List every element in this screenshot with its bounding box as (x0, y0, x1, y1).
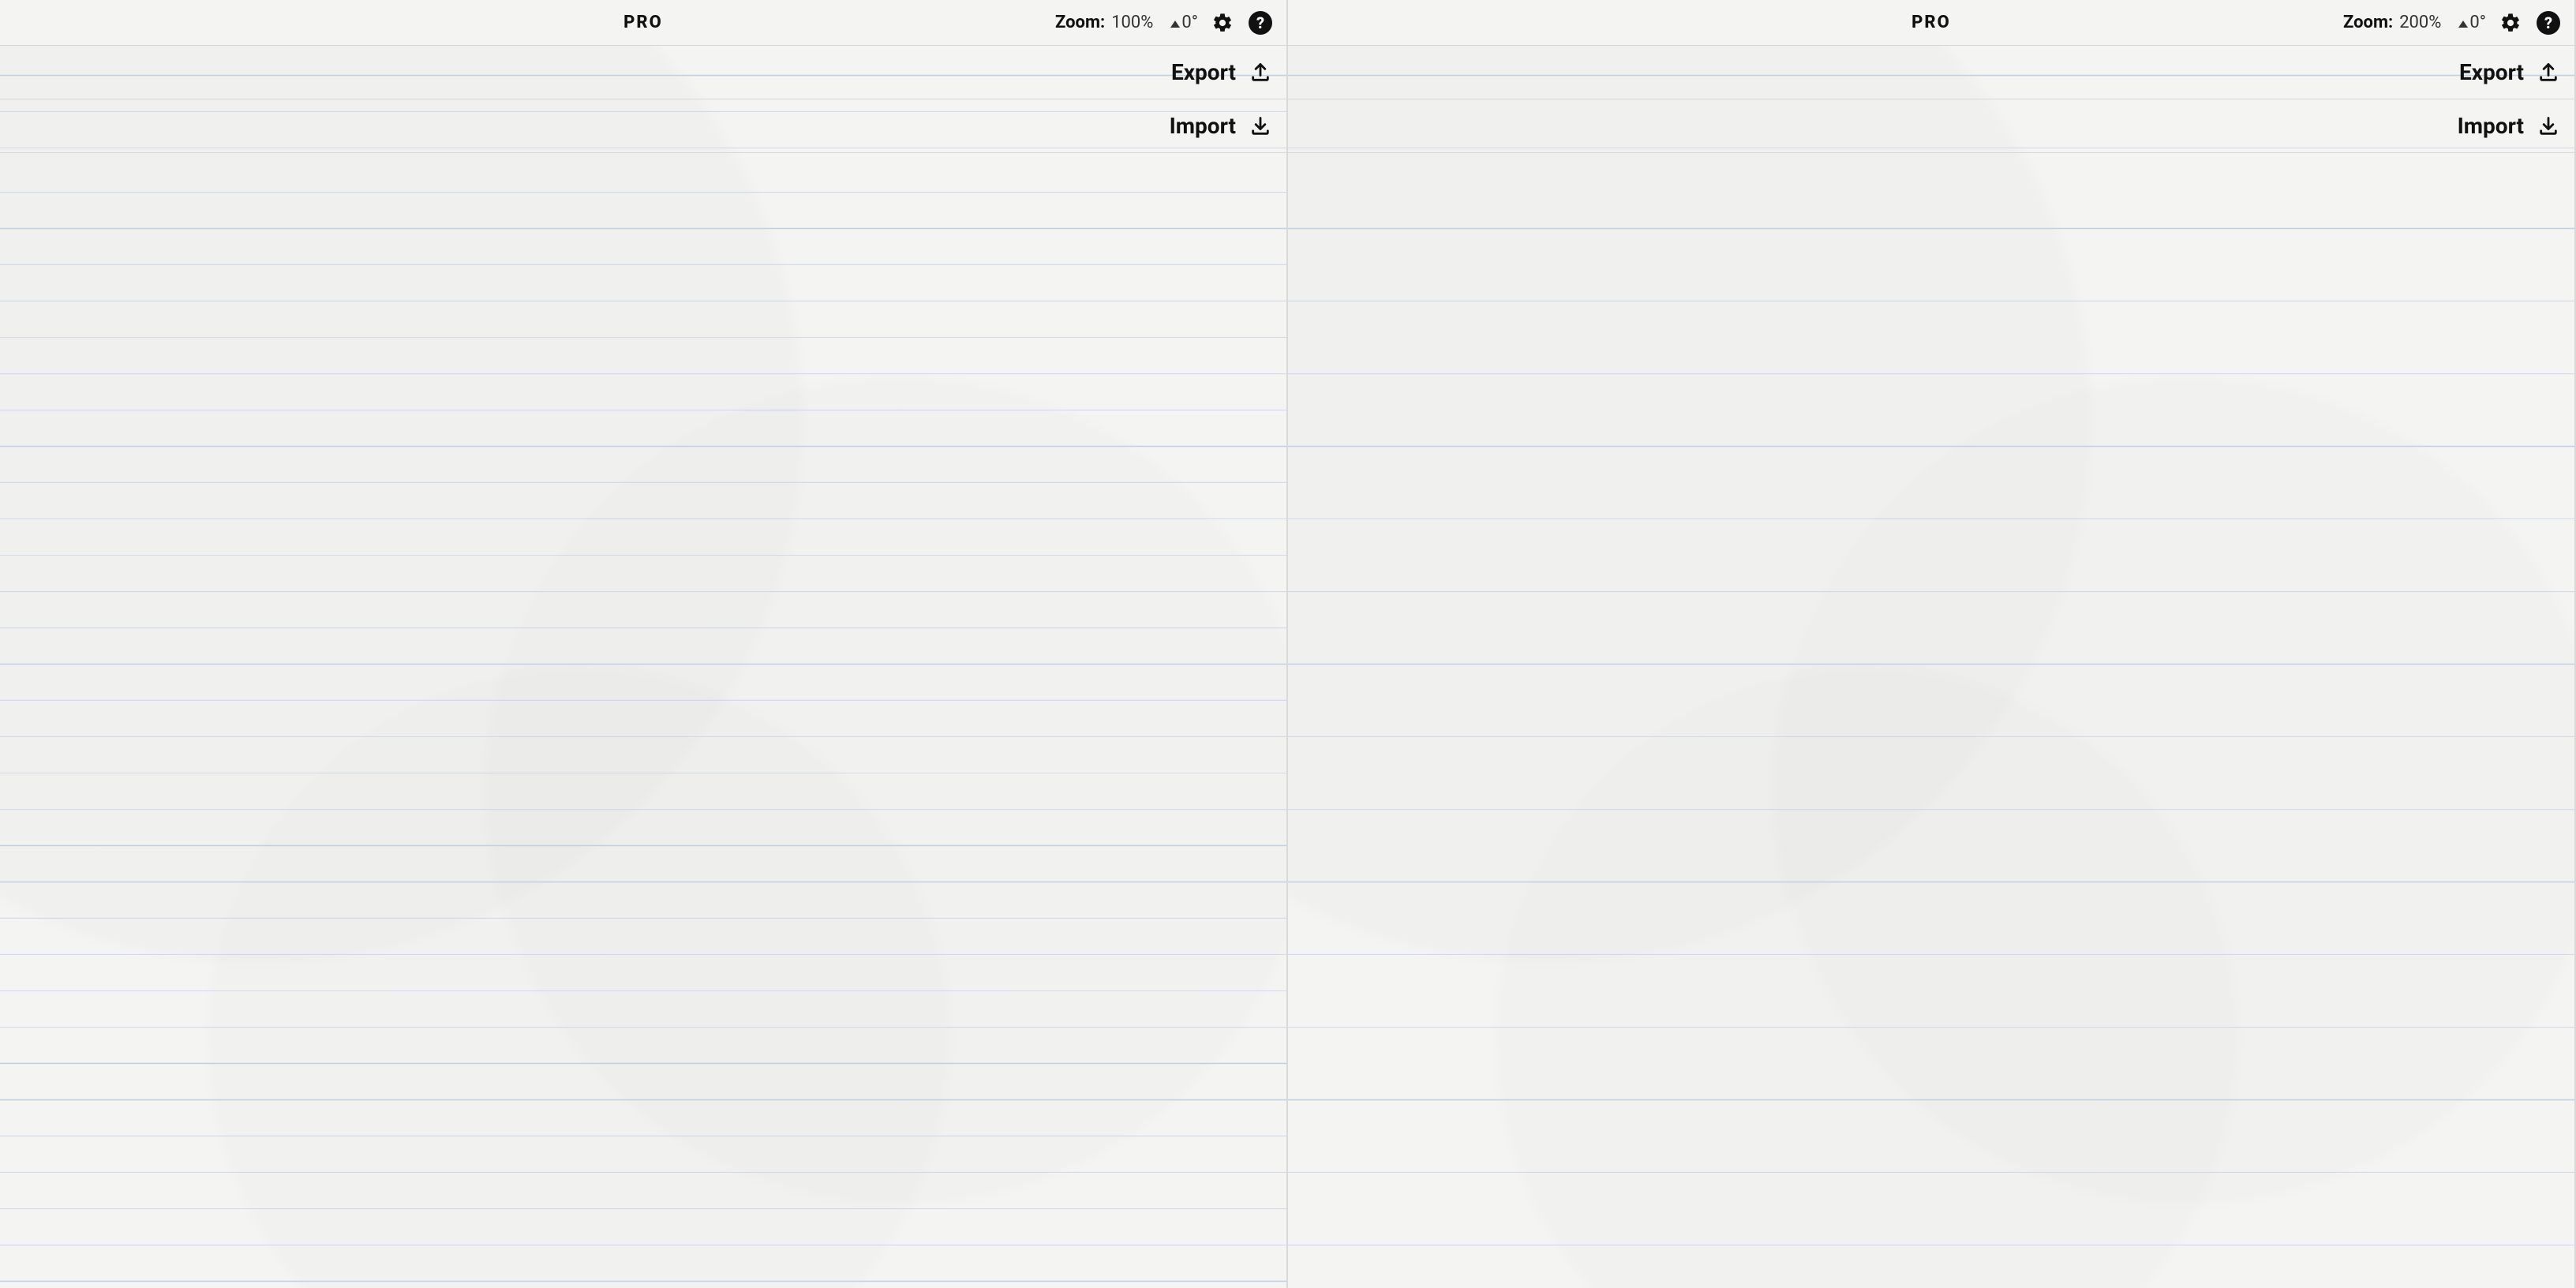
rotation-value: 0° (1181, 13, 1198, 32)
top-bar: PRO Zoom: 100% 0° ? (0, 0, 1286, 46)
top-bar-right: Zoom: 100% 0° ? (1055, 0, 1274, 45)
pro-badge: PRO (1911, 13, 1951, 32)
help-icon: ? (2537, 11, 2560, 35)
top-bar-right: Zoom: 200% 0° ? (2343, 0, 2562, 45)
top-bar: PRO Zoom: 200% 0° ? (1288, 0, 2574, 46)
export-icon (2537, 61, 2560, 84)
import-label: Import (1170, 113, 1236, 139)
ruled-lines (0, 46, 1286, 1288)
pane-left: PRO Zoom: 100% 0° ? Export (0, 0, 1288, 1288)
action-bar: Export Import (0, 46, 1286, 153)
settings-button[interactable] (1209, 9, 1236, 36)
import-label: Import (2458, 113, 2524, 139)
export-icon (1249, 61, 1272, 84)
ruled-lines (1288, 46, 2574, 1288)
paper-canvas[interactable] (1288, 46, 2574, 1288)
export-row[interactable]: Export (0, 46, 1286, 99)
zoom-control[interactable]: Zoom: 200% (2343, 13, 2441, 32)
zoom-value: 200% (2399, 13, 2441, 32)
help-button[interactable]: ? (1247, 9, 1274, 36)
triangle-up-icon (2458, 21, 2468, 28)
rotation-control[interactable]: 0° (1170, 13, 1198, 32)
export-row[interactable]: Export (1288, 46, 2574, 99)
pane-right: PRO Zoom: 200% 0° ? Export (1288, 0, 2576, 1288)
help-icon: ? (1249, 11, 1272, 35)
zoom-control[interactable]: Zoom: 100% (1055, 13, 1153, 32)
export-label: Export (1171, 59, 1236, 85)
zoom-label: Zoom: (2343, 13, 2393, 32)
export-label: Export (2459, 59, 2524, 85)
settings-button[interactable] (2497, 9, 2524, 36)
rotation-value: 0° (2469, 13, 2486, 32)
action-bar: Export Import (1288, 46, 2574, 153)
import-row[interactable]: Import (0, 99, 1286, 153)
zoom-value: 100% (1111, 13, 1153, 32)
import-icon (1249, 114, 1272, 138)
gear-icon (2499, 12, 2522, 34)
gear-icon (1211, 12, 1234, 34)
help-button[interactable]: ? (2535, 9, 2562, 36)
paper-canvas[interactable] (0, 46, 1286, 1288)
rotation-control[interactable]: 0° (2458, 13, 2486, 32)
import-row[interactable]: Import (1288, 99, 2574, 153)
zoom-label: Zoom: (1055, 13, 1105, 32)
triangle-up-icon (1170, 21, 1180, 28)
import-icon (2537, 114, 2560, 138)
pro-badge: PRO (623, 13, 663, 32)
